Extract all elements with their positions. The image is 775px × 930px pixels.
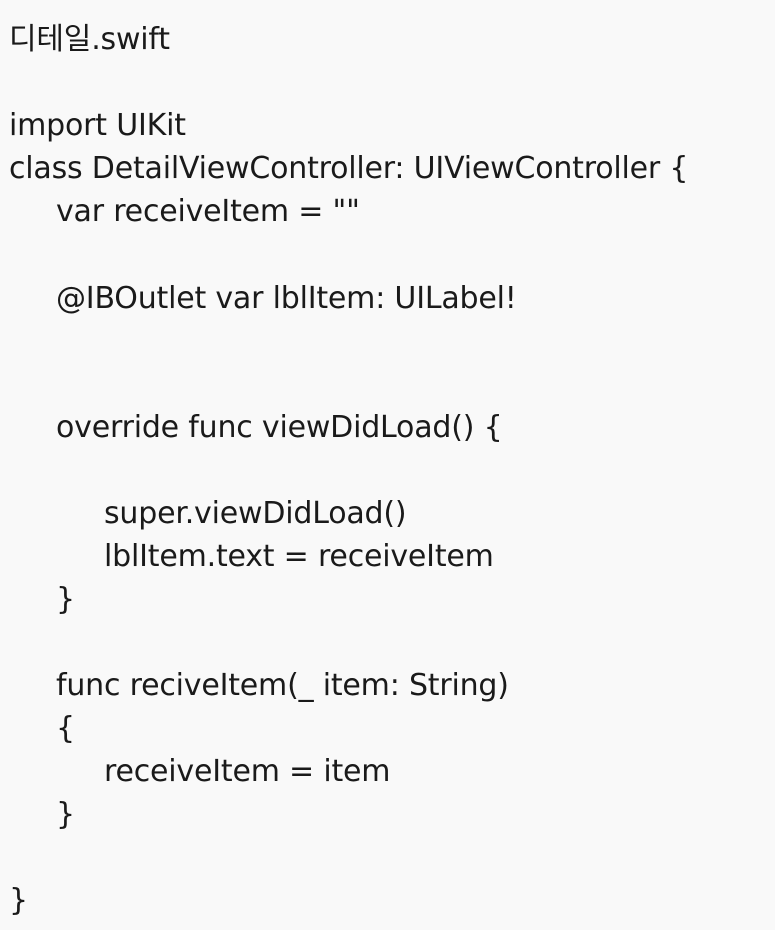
code-line: var receiveItem = "" — [56, 194, 360, 229]
code-line: class DetailViewController: UIViewContro… — [9, 151, 689, 186]
code-line: @IBOutlet var lblItem: UILabel! — [56, 281, 517, 316]
code-line: override func viewDidLoad() { — [56, 410, 503, 445]
code-line: } — [56, 582, 75, 617]
code-line: } — [9, 883, 28, 918]
code-line: } — [56, 797, 75, 832]
code-line: { — [56, 711, 75, 746]
code-line: lblItem.text = receiveItem — [104, 539, 494, 574]
code-document: 디테일.swift import UIKit class DetailViewC… — [0, 0, 775, 930]
code-line: super.viewDidLoad() — [104, 496, 407, 531]
code-line: receiveItem = item — [104, 754, 391, 789]
code-line: func reciveItem(_ item: String) — [56, 668, 509, 703]
code-line: import UIKit — [9, 108, 186, 143]
document-title: 디테일.swift — [9, 22, 170, 57]
